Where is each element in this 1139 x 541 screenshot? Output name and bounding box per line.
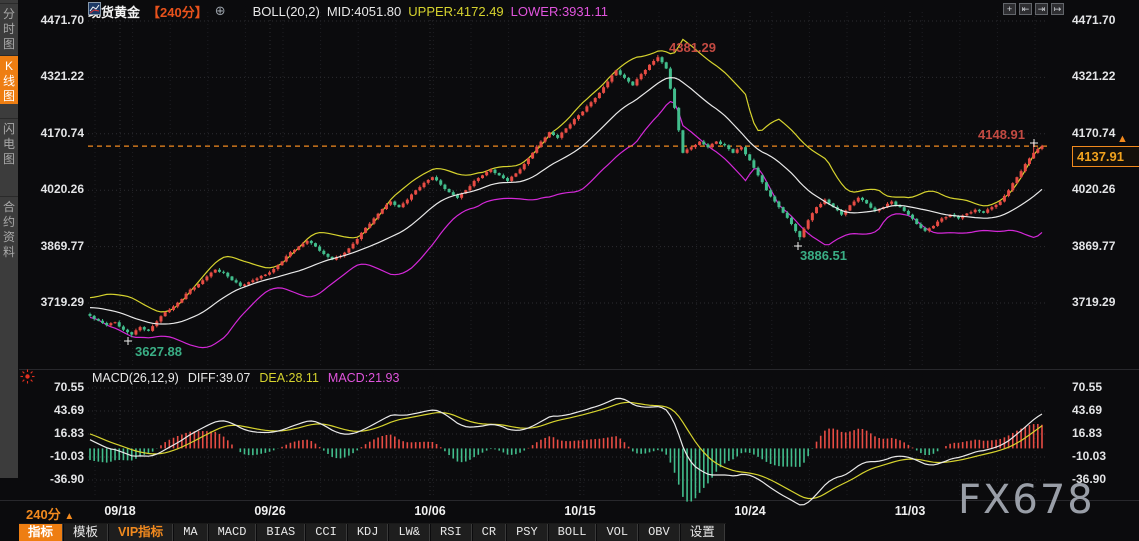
toolbar-button-PSY[interactable]: PSY (507, 524, 548, 541)
toolbar-button-模板[interactable]: 模板 (64, 524, 108, 541)
sidebar: 分时图 K线图闪电图合约资料 (0, 0, 18, 478)
pan-icon[interactable]: + (1003, 3, 1016, 15)
boll-upper-value: UPPER:4172.49 (408, 4, 503, 19)
x-axis-date: 09/18 (98, 504, 142, 518)
x-axis-date: 10/06 (408, 504, 452, 518)
axis-label: -10.03 (1072, 449, 1136, 463)
axis-label: 43.69 (1072, 403, 1136, 417)
axis-label: 4471.70 (1072, 13, 1136, 27)
toolbar-button-CR[interactable]: CR (473, 524, 506, 541)
axis-label: -36.90 (20, 472, 84, 486)
axis-label: 4020.26 (20, 182, 84, 196)
boll-mid-value: MID:4051.80 (327, 4, 401, 19)
compress-right-icon[interactable]: ⇥ (1035, 3, 1048, 15)
axis-label: 43.69 (20, 403, 84, 417)
price-annotation: 4148.91 (978, 127, 1025, 142)
axis-label: 4471.70 (20, 13, 84, 27)
toolbar-button-KDJ[interactable]: KDJ (348, 524, 389, 541)
toolbar-button-LW&[interactable]: LW& (389, 524, 430, 541)
sidebar-tab-3[interactable]: 闪电图 (0, 118, 18, 167)
axis-label: 4321.22 (20, 69, 84, 83)
add-indicator-icon[interactable]: ⊕ (215, 3, 226, 19)
axis-label: 16.83 (1072, 426, 1136, 440)
macd-hist-value: MACD:21.93 (328, 371, 400, 385)
axis-label: 4020.26 (1072, 182, 1136, 196)
axis-label: 3719.29 (1072, 295, 1136, 309)
chart-tool-icons: +⇤⇥↦ (1003, 3, 1064, 15)
boll-label: BOLL(20,2) (253, 4, 320, 19)
period-tag: 【240分】 (147, 2, 208, 21)
price-annotation: 3886.51 (800, 248, 847, 263)
chart-app: 分时图 K线图闪电图合约资料 现货黄金 【240分】 ⊕ BOLL(20,2) M… (0, 0, 1139, 541)
toolbar-button-BOLL[interactable]: BOLL (549, 524, 597, 541)
sidebar-tab-2[interactable]: K线图 (0, 55, 18, 104)
axis-label: 3869.77 (20, 239, 84, 253)
toolbar-button-VIP指标[interactable]: VIP指标 (109, 524, 173, 541)
toolbar-button-CCI[interactable]: CCI (306, 524, 347, 541)
period-selector[interactable]: 240分 ▲ (26, 504, 74, 523)
toolbar-button-MACD[interactable]: MACD (209, 524, 257, 541)
x-axis-date: 10/15 (558, 504, 602, 518)
x-axis-date: 10/24 (728, 504, 772, 518)
toolbar-button-RSI[interactable]: RSI (431, 524, 472, 541)
axis-label: 4321.22 (1072, 69, 1136, 83)
toolbar-button-OBV[interactable]: OBV (639, 524, 680, 541)
axis-label: -36.90 (1072, 472, 1136, 486)
macd-dea-value: DEA:28.11 (259, 371, 319, 385)
axis-label: 3869.77 (1072, 239, 1136, 253)
x-axis-date: 09/26 (248, 504, 292, 518)
macd-header: MACD(26,12,9) DIFF:39.07 DEA:28.11 MACD:… (92, 371, 399, 385)
macd-diff-value: DIFF:39.07 (188, 371, 251, 385)
toolbar-button-MA[interactable]: MA (174, 524, 207, 541)
toolbar-button-VOL[interactable]: VOL (597, 524, 638, 541)
axis-label: 4170.74 (20, 126, 84, 140)
chart-type-icon[interactable] (233, 5, 246, 18)
toolbar-button-指标[interactable]: 指标 (19, 524, 63, 541)
axis-label: 70.55 (20, 380, 84, 394)
axis-label: 3719.29 (20, 295, 84, 309)
shift-right-icon[interactable]: ↦ (1051, 3, 1064, 15)
toolbar-button-设置[interactable]: 设置 (681, 524, 725, 541)
sidebar-tab-4[interactable]: 合约资料 (0, 196, 18, 260)
sidebar-tab-1[interactable]: 分时图 (0, 3, 18, 52)
macd-params-label: MACD(26,12,9) (92, 371, 179, 385)
axis-label: 70.55 (1072, 380, 1136, 394)
price-annotation: 3627.88 (135, 344, 182, 359)
axis-label: 4170.74 (1072, 126, 1136, 140)
price-annotation: 4381.29 (669, 40, 716, 55)
x-axis-date: 11/03 (888, 504, 932, 518)
last-price-badge: 4137.91 (1072, 146, 1139, 167)
axis-label: -10.03 (20, 449, 84, 463)
axis-label: 16.83 (20, 426, 84, 440)
compress-left-icon[interactable]: ⇤ (1019, 3, 1032, 15)
toolbar-button-BIAS[interactable]: BIAS (257, 524, 305, 541)
chart-header: 现货黄金 【240分】 ⊕ BOLL(20,2) MID:4051.80 UPP… (88, 2, 608, 20)
boll-lower-value: LOWER:3931.11 (511, 4, 608, 19)
chart-canvas[interactable] (0, 0, 1139, 541)
bottom-toolbar: 指标模板VIP指标MAMACDBIASCCIKDJLW&RSICRPSYBOLL… (19, 523, 726, 541)
